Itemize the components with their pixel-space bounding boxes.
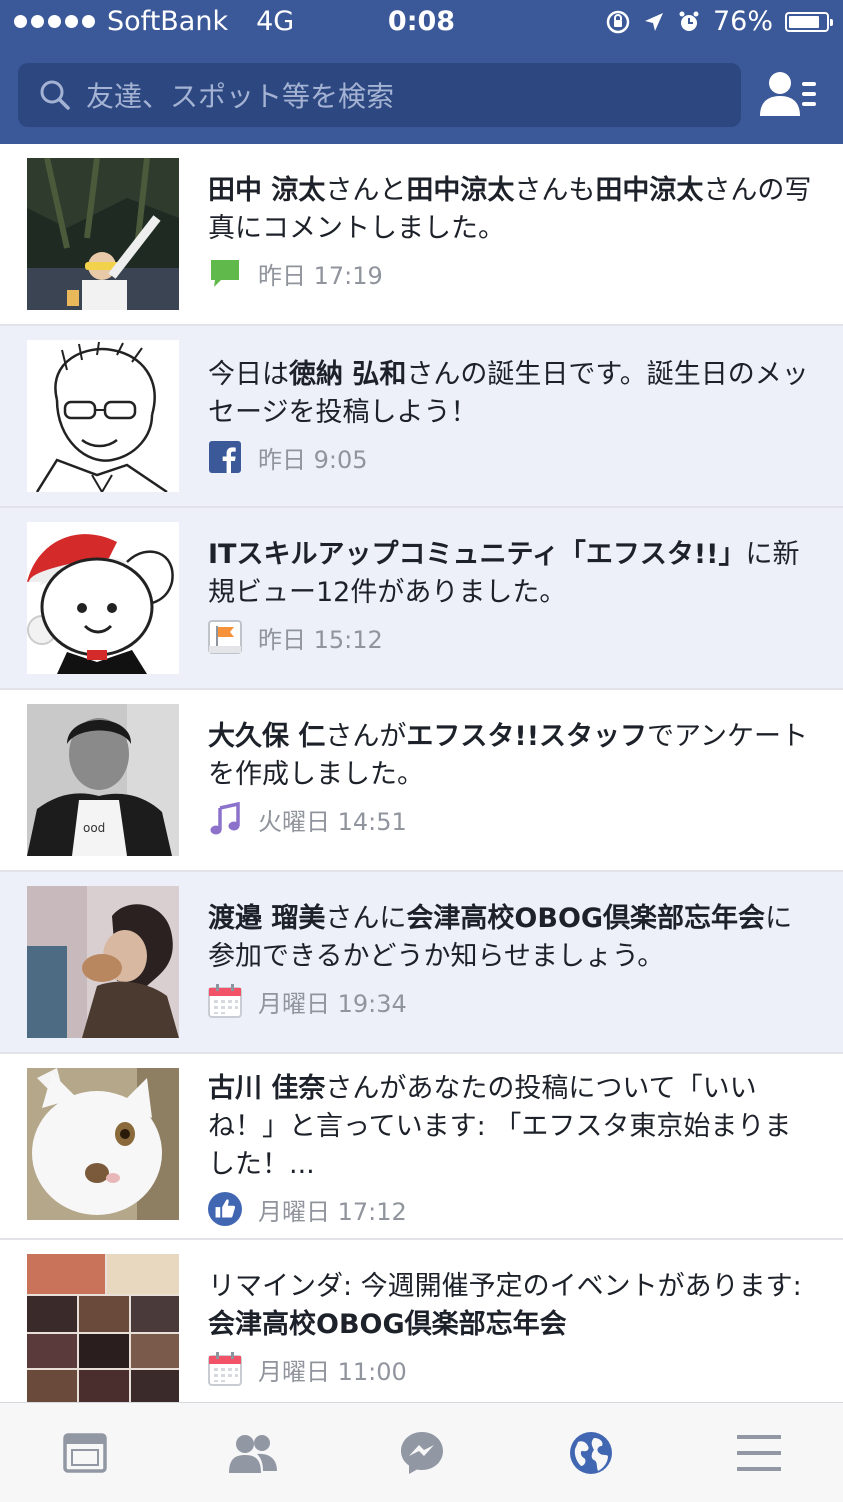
top-header: SoftBank 4G 0:08 76% 友達、スポット等を検索 <box>0 0 843 144</box>
location-arrow-icon <box>644 12 663 31</box>
notification-item[interactable]: 渡邉 瑠美さんに会津高校OBOG倶楽部忘年会に参加できるかどうか知らせましょう。… <box>0 872 843 1054</box>
profile-photo <box>27 340 179 492</box>
tab-bar <box>0 1402 843 1502</box>
notification-text-segment: 今日は <box>208 359 289 390</box>
notification-bold-text[interactable]: 会津高校OBOG倶楽部忘年会 <box>406 903 765 934</box>
notification-item[interactable]: 古川 佳奈さんがあなたの投稿について「いいね！」と言っています: 「エフスタ東京… <box>0 1054 843 1240</box>
notification-bold-text[interactable]: 大久保 仁 <box>208 721 325 752</box>
news-feed-icon <box>63 1433 107 1473</box>
notification-item[interactable]: 今日は徳納 弘和さんの誕生日です。誕生日のメッセージを投稿しよう！ 昨日 9:0… <box>0 326 843 508</box>
notification-bold-text[interactable]: 田中涼太 <box>595 175 703 206</box>
notification-text: 渡邉 瑠美さんに会津高校OBOG倶楽部忘年会に参加できるかどうか知らせましょう。 <box>208 900 813 976</box>
status-bar: SoftBank 4G 0:08 76% <box>0 0 843 48</box>
profile-photo <box>27 886 179 1038</box>
notification-bold-text[interactable]: 田中涼太 <box>406 175 514 206</box>
notification-text: 今日は徳納 弘和さんの誕生日です。誕生日のメッセージを投稿しよう！ <box>208 356 813 432</box>
notifications-list: 田中 涼太さんと田中涼太さんも田中涼太さんの写真にコメントしました。 昨日 17… <box>0 144 843 1402</box>
tab-friends[interactable] <box>223 1423 283 1483</box>
notification-time: 昨日 17:19 <box>258 261 383 290</box>
notification-text-segment: さんが <box>325 721 407 752</box>
notification-text: 古川 佳奈さんがあなたの投稿について「いいね！」と言っています: 「エフスタ東京… <box>208 1070 813 1184</box>
notification-text-segment: さんに <box>325 903 407 934</box>
notification-bold-text[interactable]: 会津高校OBOG倶楽部忘年会 <box>208 1309 567 1340</box>
search-bar[interactable]: 友達、スポット等を検索 <box>18 63 741 127</box>
notification-time: 火曜日 14:51 <box>258 807 407 836</box>
event-photo <box>27 1254 179 1402</box>
notification-text: リマインダ: 今週開催予定のイベントがあります: 会津高校OBOG倶楽部忘年会 <box>208 1268 813 1344</box>
notification-bold-text[interactable]: 田中 涼太 <box>208 175 325 206</box>
notification-item[interactable]: 田中 涼太さんと田中涼太さんも田中涼太さんの写真にコメントしました。 昨日 17… <box>0 144 843 326</box>
battery-percent: 76% <box>712 6 773 37</box>
notification-text-segment: さんも <box>514 175 596 206</box>
tab-messenger[interactable] <box>392 1423 452 1483</box>
facebook-icon <box>208 440 242 474</box>
notification-item[interactable]: ood 大久保 仁さんがエフスタ!!スタッフでアンケートを作成しました。 火曜日… <box>0 690 843 872</box>
notification-bold-text[interactable]: エフスタ!!スタッフ <box>406 721 647 752</box>
messenger-icon <box>401 1432 443 1474</box>
notification-text-segment: リマインダ: 今週開催予定のイベントがあります: <box>208 1271 802 1302</box>
notification-item[interactable]: ITスキルアップコミュニティ「エフスタ!!」に新規ビュー12件がありました。 昨… <box>0 508 843 690</box>
notification-text: ITスキルアップコミュニティ「エフスタ!!」に新規ビュー12件がありました。 <box>208 536 813 612</box>
notification-time: 月曜日 17:12 <box>258 1197 407 1226</box>
music-note-icon <box>208 802 242 836</box>
page-photo <box>27 522 179 674</box>
tab-news-feed[interactable] <box>55 1423 115 1483</box>
alarm-icon <box>679 11 699 31</box>
notification-bold-text[interactable]: 渡邉 瑠美 <box>208 903 325 934</box>
notifications-globe-icon <box>570 1432 612 1474</box>
menu-icon <box>737 1435 781 1471</box>
search-input[interactable]: 友達、スポット等を検索 <box>86 75 394 115</box>
calendar-icon <box>208 984 242 1018</box>
notification-text: 田中 涼太さんと田中涼太さんも田中涼太さんの写真にコメントしました。 <box>208 172 813 248</box>
friends-icon <box>229 1435 277 1473</box>
notification-time: 昨日 9:05 <box>258 445 368 474</box>
notification-text: 大久保 仁さんがエフスタ!!スタッフでアンケートを作成しました。 <box>208 718 813 794</box>
notification-text-segment: さんと <box>325 175 407 206</box>
notification-time: 月曜日 19:34 <box>258 989 407 1018</box>
notification-bold-text[interactable]: 古川 佳奈 <box>208 1073 325 1104</box>
profile-photo <box>27 158 179 310</box>
notification-bold-text[interactable]: ITスキルアップコミュニティ「エフスタ!!」 <box>208 539 745 570</box>
notification-time: 月曜日 11:00 <box>258 1357 407 1386</box>
friend-requests-icon <box>760 72 816 116</box>
tab-menu[interactable] <box>729 1423 789 1483</box>
profile-photo: ood <box>27 704 179 856</box>
friend-requests-button[interactable] <box>758 68 820 124</box>
notification-time: 昨日 15:12 <box>258 625 383 654</box>
profile-photo <box>27 1068 179 1220</box>
tab-notifications[interactable] <box>561 1423 621 1483</box>
like-icon <box>208 1192 242 1226</box>
calendar-icon <box>208 1352 242 1386</box>
notification-bold-text[interactable]: 徳納 弘和 <box>289 359 406 390</box>
notification-item[interactable]: リマインダ: 今週開催予定のイベントがあります: 会津高校OBOG倶楽部忘年会 … <box>0 1240 843 1402</box>
page-flag-icon <box>208 620 242 654</box>
battery-icon <box>785 11 833 32</box>
svg-text:ood: ood <box>83 821 105 835</box>
orientation-lock-icon <box>606 10 630 33</box>
comment-icon <box>208 256 242 290</box>
search-icon <box>40 80 70 110</box>
